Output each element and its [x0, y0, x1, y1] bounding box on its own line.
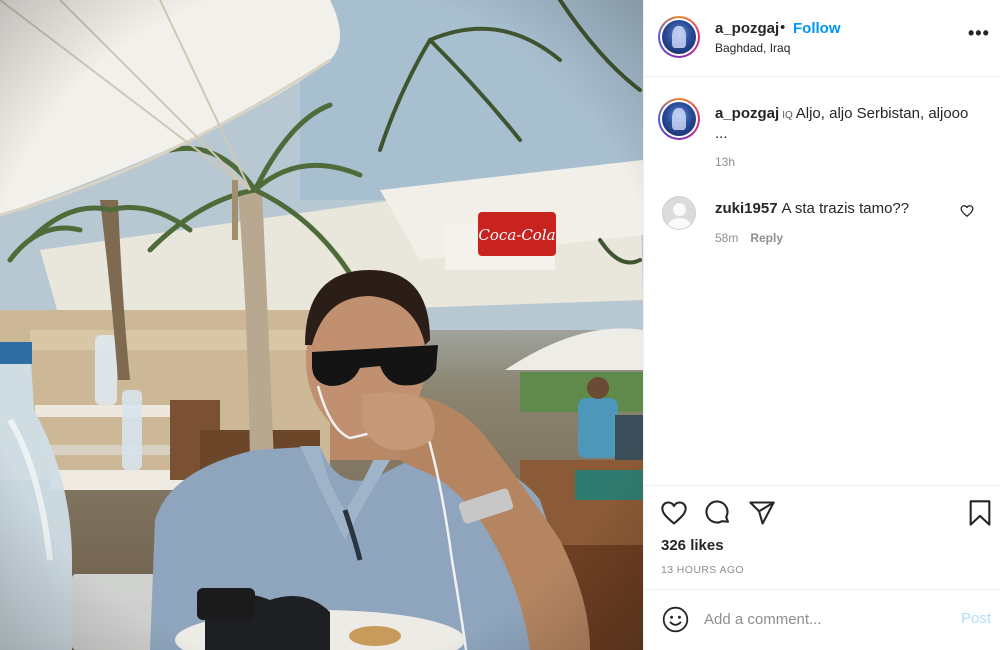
- comment-like-icon[interactable]: [960, 204, 974, 218]
- share-icon[interactable]: [748, 499, 776, 527]
- post-timestamp[interactable]: 13 HOURS AGO: [661, 564, 744, 576]
- post-comment-button[interactable]: Post: [961, 610, 991, 627]
- comment-body: A sta trazis tamo??: [781, 200, 910, 217]
- commenter-username[interactable]: zuki1957: [715, 200, 778, 217]
- emoji-icon[interactable]: [662, 606, 689, 633]
- header-separator: •: [780, 19, 786, 36]
- photo-illustration: Coca-Cola: [0, 0, 643, 650]
- author-username[interactable]: a_pozgaj: [715, 20, 779, 37]
- comment-text: zuki1957 A sta trazis tamo??: [715, 200, 909, 217]
- caption-more[interactable]: ...: [715, 125, 728, 142]
- bookmark-icon[interactable]: [966, 499, 994, 527]
- likes-count[interactable]: 326 likes: [661, 537, 724, 554]
- post-header: a_pozgaj • Follow Baghdad, Iraq •••: [644, 0, 1000, 77]
- caption-username[interactable]: a_pozgaj: [715, 105, 779, 122]
- flag-iq-icon: IQ: [782, 110, 793, 121]
- caption-avatar[interactable]: [658, 98, 700, 140]
- caption-text: a_pozgaj IQ Aljo, aljo Serbistan, aljooo .…: [715, 105, 985, 143]
- caption-body: Aljo, aljo Serbistan, aljooo: [795, 105, 969, 122]
- reply-button[interactable]: Reply: [750, 231, 783, 245]
- caption-timestamp[interactable]: 13h: [715, 155, 735, 169]
- more-options-icon[interactable]: •••: [968, 23, 990, 44]
- author-avatar[interactable]: [658, 16, 700, 58]
- heart-icon[interactable]: [660, 499, 688, 527]
- comment-item: zuki1957 A sta trazis tamo?? 58m Reply: [644, 190, 1000, 260]
- post-details-panel: a_pozgaj • Follow Baghdad, Iraq ••• a_po…: [643, 0, 1000, 650]
- comment-timestamp[interactable]: 58m: [715, 231, 738, 245]
- commenter-avatar[interactable]: [662, 196, 696, 230]
- comment-icon[interactable]: [704, 499, 732, 527]
- post-actions: 326 likes 13 HOURS AGO: [644, 485, 1000, 589]
- comment-input[interactable]: [704, 607, 944, 631]
- post-location[interactable]: Baghdad, Iraq: [715, 41, 790, 55]
- post-photo[interactable]: Coca-Cola: [0, 0, 643, 650]
- add-comment-bar: Post: [644, 589, 1000, 650]
- comment-meta: 58m Reply: [715, 231, 783, 245]
- follow-button[interactable]: Follow: [793, 20, 841, 37]
